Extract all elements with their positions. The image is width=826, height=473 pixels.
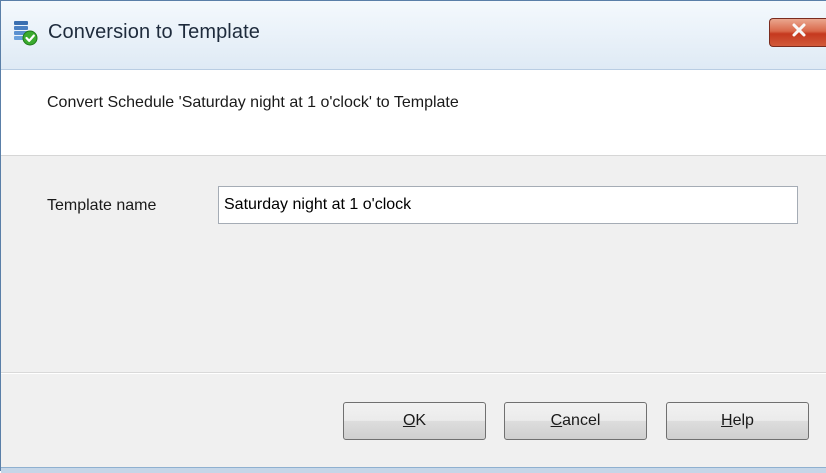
help-button[interactable]: Help xyxy=(666,402,809,440)
template-name-label: Template name xyxy=(47,197,157,214)
help-mnemonic: H xyxy=(721,412,733,429)
ok-label-rest: K xyxy=(415,412,427,429)
help-label-rest: elp xyxy=(732,412,754,429)
close-x-icon xyxy=(791,23,807,42)
ok-mnemonic: O xyxy=(402,412,416,429)
header-panel: Convert Schedule 'Saturday night at 1 o'… xyxy=(1,70,826,156)
window-bottom-border xyxy=(1,467,826,473)
dialog-window: Conversion to Template Convert Schedule … xyxy=(0,0,826,473)
footer-divider xyxy=(1,372,826,374)
template-name-input[interactable] xyxy=(218,186,798,224)
cancel-button[interactable]: Cancel xyxy=(504,402,647,440)
title-bar[interactable]: Conversion to Template xyxy=(1,1,826,70)
schedule-template-icon xyxy=(11,19,39,47)
cancel-label-rest: ancel xyxy=(562,412,601,429)
ok-button[interactable]: OK xyxy=(343,402,486,440)
close-button[interactable] xyxy=(769,18,826,47)
header-description: Convert Schedule 'Saturday night at 1 o'… xyxy=(47,94,459,111)
window-title: Conversion to Template xyxy=(48,21,260,43)
cancel-mnemonic: C xyxy=(550,412,563,429)
